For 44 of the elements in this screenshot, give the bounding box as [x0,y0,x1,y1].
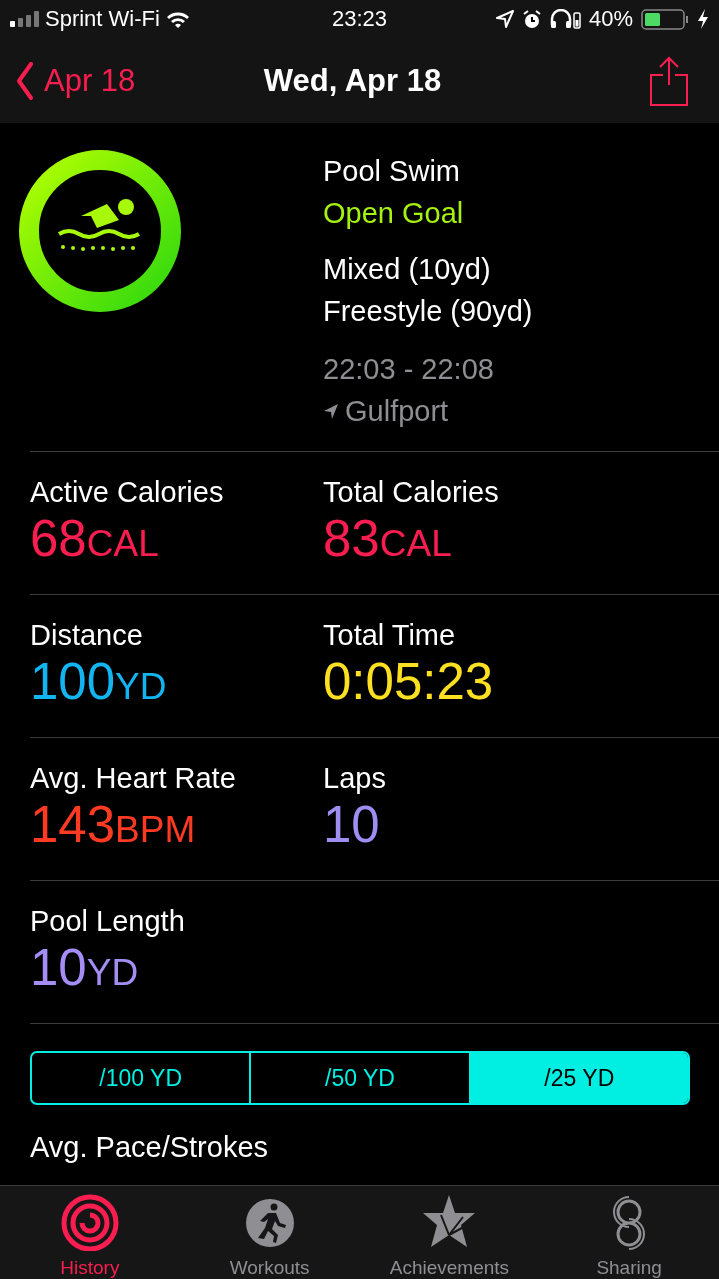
metric-label: Total Calories [323,475,500,510]
metric-value: 100YD [30,653,168,712]
metric-label: Total Time [323,618,457,653]
workout-goal: Open Goal [323,196,465,231]
location-arrow-icon [495,10,514,28]
metric-value: 0:05:23 [323,653,495,711]
stroke-distance: Mixed (10yd) [323,252,492,287]
metric-value: 10 [323,796,381,854]
back-chevron-icon [16,61,34,100]
carrier-name: Sprint Wi-Fi [45,6,160,32]
battery-percent: 40% [588,6,633,32]
pace-unit-segment[interactable]: /25 YD [468,1053,688,1103]
metric-label: Pool Length [30,904,186,939]
signal-icon [10,11,39,27]
time-range: 22:03 - 22:08 [323,352,495,387]
stroke-distance: Freestyle (90yd) [323,294,534,329]
pace-unit-segment[interactable]: /100 YD [32,1053,250,1103]
battery-icon [641,8,689,30]
workout-title: Pool Swim [323,154,461,189]
tab-bar-item[interactable]: Sharing [539,1186,719,1279]
metric-value: 68CAL [30,510,160,569]
activity-rings-icon [59,1193,120,1251]
metric-label: Distance [30,618,144,653]
metric-value: 83CAL [323,510,453,569]
clock-time: 23:23 [331,6,388,32]
metric-value: 10YD [30,939,140,998]
section-label: Avg. Pace/Strokes [30,1131,269,1164]
tab-bar-item[interactable]: Workouts [179,1186,360,1279]
metric-label: Active Calories [30,475,225,510]
location-name: Gulfport [345,394,449,429]
back-button[interactable]: Apr 18 [16,61,136,100]
wifi-icon [165,10,190,28]
headphones-icon [549,9,581,29]
charging-bolt-icon [697,9,709,29]
metric-label: Avg. Heart Rate [30,761,237,796]
nav-title: Wed, Apr 18 [263,62,442,99]
location-arrow-icon [323,402,339,420]
alarm-clock-icon [521,9,542,29]
tab-bar-item[interactable]: History [0,1186,180,1279]
metric-value: 143BPM [30,796,197,855]
swim-ring-icon [19,150,181,312]
metric-label: Laps [323,761,387,796]
tab-bar-item[interactable]: Achievements [359,1186,540,1279]
share-icon[interactable] [649,54,689,107]
